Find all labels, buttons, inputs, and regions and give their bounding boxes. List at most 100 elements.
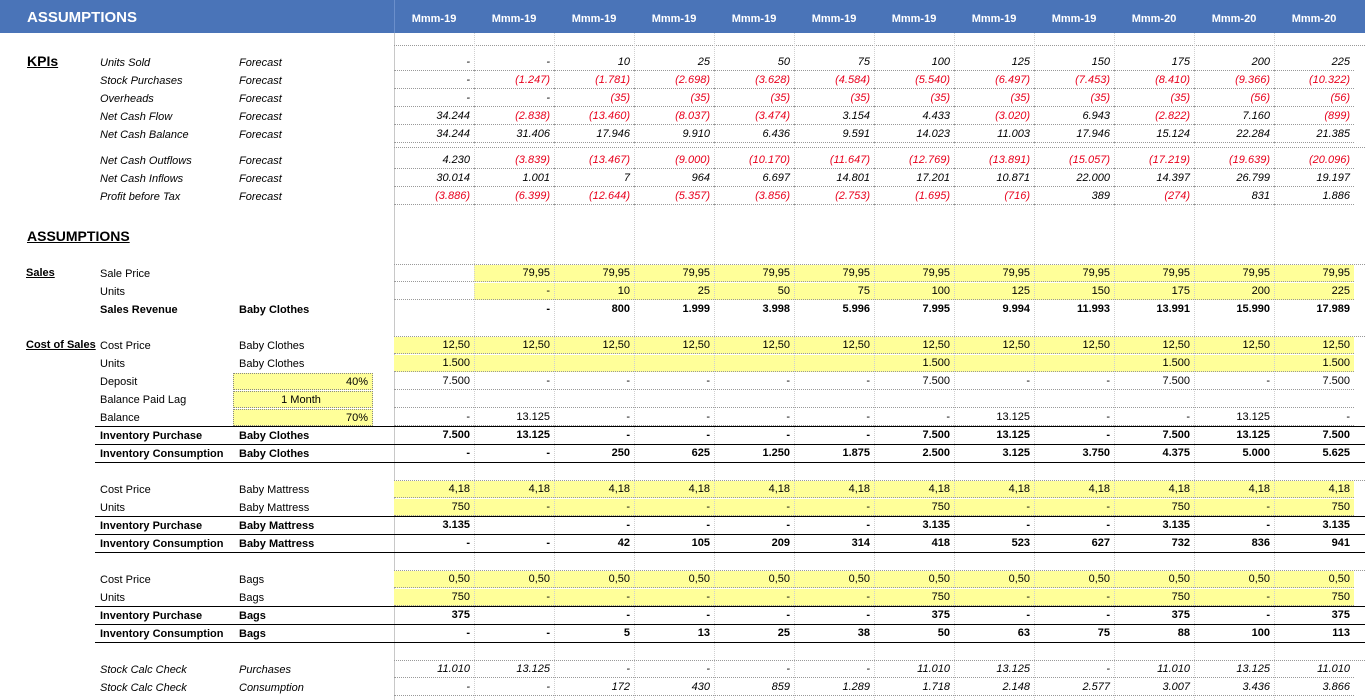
value-cell[interactable]: - [394, 54, 474, 71]
value-cell[interactable]: 113 [1274, 625, 1354, 642]
value-cell[interactable]: - [394, 679, 474, 696]
value-cell[interactable]: 4,18 [714, 481, 794, 498]
value-cell[interactable]: 172 [554, 679, 634, 696]
value-cell[interactable]: 1.500 [1274, 355, 1354, 372]
value-cell[interactable]: 13.125 [474, 427, 554, 444]
value-cell[interactable]: - [714, 517, 794, 534]
value-cell[interactable]: - [794, 499, 874, 516]
value-cell[interactable]: 209 [714, 535, 794, 552]
value-cell[interactable]: - [794, 427, 874, 444]
value-cell[interactable]: - [794, 517, 874, 534]
value-cell[interactable]: (2.822) [1114, 108, 1194, 125]
value-cell[interactable]: - [474, 589, 554, 606]
value-cell[interactable]: 50 [714, 54, 794, 71]
value-cell[interactable]: 831 [1194, 188, 1274, 205]
value-cell[interactable]: - [394, 535, 474, 552]
value-cell[interactable] [474, 517, 554, 534]
value-cell[interactable]: 12,50 [634, 337, 714, 354]
value-cell[interactable]: 3.135 [394, 517, 474, 534]
value-cell[interactable]: - [714, 427, 794, 444]
value-cell[interactable]: (35) [1034, 90, 1114, 107]
value-cell[interactable]: - [1034, 661, 1114, 678]
value-cell[interactable] [874, 391, 954, 408]
value-cell[interactable]: 79,95 [474, 265, 554, 282]
value-cell[interactable]: 7 [554, 170, 634, 187]
value-cell[interactable]: 430 [634, 679, 714, 696]
value-cell[interactable]: 732 [1114, 535, 1194, 552]
value-cell[interactable] [394, 265, 474, 282]
value-cell[interactable]: (35) [554, 90, 634, 107]
value-cell[interactable]: - [474, 283, 554, 300]
value-cell[interactable] [1194, 391, 1274, 408]
value-cell[interactable]: 4,18 [394, 481, 474, 498]
value-cell[interactable]: - [394, 625, 474, 642]
value-cell[interactable]: 88 [1114, 625, 1194, 642]
value-cell[interactable]: - [394, 409, 474, 426]
value-cell[interactable]: 13.125 [954, 661, 1034, 678]
value-cell[interactable]: 12,50 [1274, 337, 1354, 354]
value-cell[interactable] [394, 301, 474, 318]
value-cell[interactable]: 17.946 [554, 126, 634, 143]
value-cell[interactable]: 9.591 [794, 126, 874, 143]
value-cell[interactable]: - [714, 499, 794, 516]
value-cell[interactable]: 0,50 [1034, 571, 1114, 588]
value-cell[interactable]: - [394, 72, 474, 89]
value-cell[interactable]: 1.999 [634, 301, 714, 318]
value-cell[interactable]: 15.124 [1114, 126, 1194, 143]
value-cell[interactable]: (9.366) [1194, 72, 1274, 89]
value-cell[interactable]: 0,50 [634, 571, 714, 588]
value-cell[interactable]: (7.453) [1034, 72, 1114, 89]
value-cell[interactable]: (35) [954, 90, 1034, 107]
value-cell[interactable]: 17.201 [874, 170, 954, 187]
value-cell[interactable]: - [474, 54, 554, 71]
value-cell[interactable]: 13.991 [1114, 301, 1194, 318]
value-cell[interactable]: - [474, 625, 554, 642]
value-cell[interactable]: 5 [554, 625, 634, 642]
value-cell[interactable]: 13.125 [1194, 661, 1274, 678]
value-cell[interactable]: (2.838) [474, 108, 554, 125]
value-cell[interactable]: (20.096) [1274, 152, 1354, 169]
value-cell[interactable]: 5.996 [794, 301, 874, 318]
value-cell[interactable]: 22.000 [1034, 170, 1114, 187]
value-cell[interactable]: 79,95 [874, 265, 954, 282]
value-cell[interactable]: 3.125 [954, 445, 1034, 462]
value-cell[interactable] [554, 355, 634, 372]
value-cell[interactable]: 4,18 [554, 481, 634, 498]
value-cell[interactable]: 13 [634, 625, 714, 642]
value-cell[interactable]: 7.500 [874, 427, 954, 444]
value-cell[interactable] [1114, 391, 1194, 408]
value-cell[interactable]: 4,18 [1114, 481, 1194, 498]
value-cell[interactable]: 750 [394, 589, 474, 606]
value-cell[interactable]: - [1034, 373, 1114, 390]
value-cell[interactable]: (4.584) [794, 72, 874, 89]
value-cell[interactable]: 14.023 [874, 126, 954, 143]
value-cell[interactable]: 7.500 [1114, 373, 1194, 390]
value-cell[interactable]: - [714, 373, 794, 390]
value-cell[interactable]: 1.001 [474, 170, 554, 187]
value-cell[interactable]: 3.007 [1114, 679, 1194, 696]
value-cell[interactable]: - [1034, 409, 1114, 426]
value-cell[interactable]: 14.397 [1114, 170, 1194, 187]
value-cell[interactable]: (8.037) [634, 108, 714, 125]
value-cell[interactable]: - [1034, 589, 1114, 606]
value-cell[interactable]: 7.500 [1274, 373, 1354, 390]
value-cell[interactable] [474, 391, 554, 408]
value-cell[interactable]: 50 [874, 625, 954, 642]
value-cell[interactable]: 200 [1194, 54, 1274, 71]
value-cell[interactable]: (2.753) [794, 188, 874, 205]
value-cell[interactable]: (35) [794, 90, 874, 107]
value-cell[interactable]: - [954, 517, 1034, 534]
value-cell[interactable]: 11.010 [394, 661, 474, 678]
value-cell[interactable]: - [714, 607, 794, 624]
value-cell[interactable]: 7.500 [394, 373, 474, 390]
value-cell[interactable]: 941 [1274, 535, 1354, 552]
value-cell[interactable]: 200 [1194, 283, 1274, 300]
value-cell[interactable]: (10.170) [714, 152, 794, 169]
value-cell[interactable]: 6.697 [714, 170, 794, 187]
value-cell[interactable]: 1.250 [714, 445, 794, 462]
value-cell[interactable]: 375 [394, 607, 474, 624]
value-cell[interactable]: 836 [1194, 535, 1274, 552]
value-cell[interactable]: 75 [1034, 625, 1114, 642]
value-cell[interactable] [634, 355, 714, 372]
value-cell[interactable]: 625 [634, 445, 714, 462]
